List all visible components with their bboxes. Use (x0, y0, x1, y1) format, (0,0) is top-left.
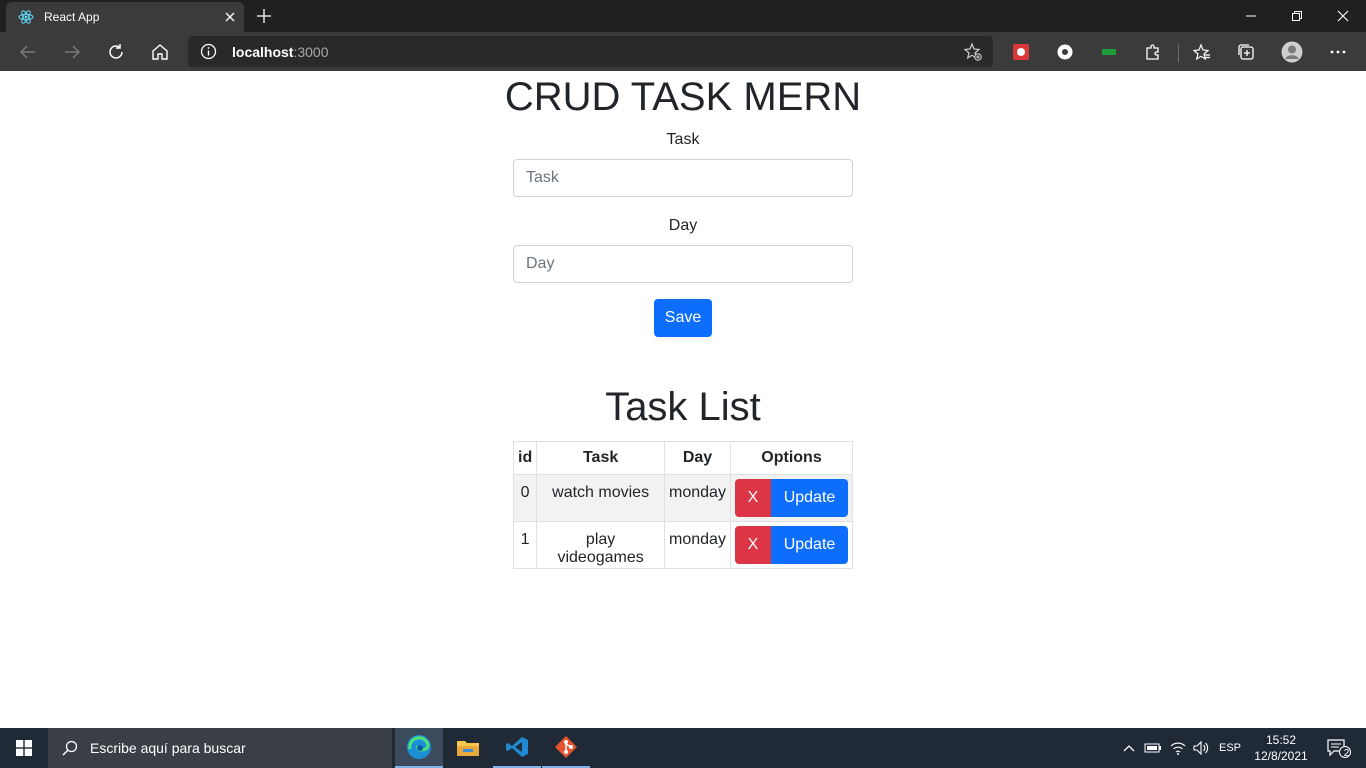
language-indicator[interactable]: ESP (1214, 728, 1246, 768)
clock-date: 12/8/2021 (1254, 749, 1308, 763)
restore-icon[interactable] (1274, 0, 1320, 32)
notification-count: 2 (1343, 748, 1350, 759)
collections-icon[interactable] (1234, 40, 1258, 64)
cell-task: watch movies (536, 474, 665, 522)
favorites-icon[interactable] (1190, 40, 1214, 64)
home-icon[interactable] (144, 36, 176, 68)
taskbar-clock[interactable]: 15:52 12/8/2021 (1248, 732, 1314, 764)
add-favorite-icon[interactable] (963, 42, 983, 62)
more-options-icon[interactable] (1326, 40, 1350, 64)
new-tab-icon[interactable] (250, 2, 278, 30)
windows-start-icon[interactable] (0, 728, 48, 768)
toolbar-separator (1178, 44, 1179, 62)
task-label: Task (666, 131, 700, 148)
extension-circle-icon[interactable] (1053, 40, 1077, 64)
refresh-icon[interactable] (100, 36, 132, 68)
search-icon (62, 740, 78, 756)
browser-tab-bar: React App (0, 0, 1366, 32)
task-table: id Task Day Options 0 watch movies monda… (512, 441, 853, 569)
header-id: id (512, 441, 538, 475)
cell-day: monday (664, 521, 731, 569)
address-bar[interactable]: localhost:3000 (188, 36, 993, 67)
cell-id: 1 (512, 521, 538, 569)
search-placeholder: Escribe aquí para buscar (90, 740, 246, 756)
edge-browser-icon[interactable] (395, 728, 443, 768)
extension-green-icon[interactable] (1097, 40, 1121, 64)
page-content: CRUD TASK MERN Task Day Save Task List i… (0, 71, 1366, 728)
battery-icon[interactable] (1142, 728, 1164, 768)
cell-id: 0 (512, 474, 538, 522)
update-button[interactable]: Update (771, 526, 848, 564)
day-input[interactable] (513, 245, 853, 283)
table-header-row: id Task Day Options (512, 441, 853, 475)
header-day: Day (664, 441, 731, 475)
cell-options: X Update (730, 521, 853, 569)
save-button[interactable]: Save (654, 299, 712, 337)
url-port: :3000 (293, 44, 329, 60)
wifi-icon[interactable] (1167, 728, 1189, 768)
vscode-icon[interactable] (493, 728, 541, 768)
close-tab-icon[interactable] (216, 3, 244, 31)
cell-day: monday (664, 474, 731, 522)
update-button[interactable]: Update (771, 479, 848, 517)
profile-avatar-icon[interactable] (1280, 40, 1304, 64)
clock-time: 15:52 (1265, 733, 1297, 747)
react-logo-icon (18, 9, 34, 25)
table-row: 0 watch movies monday X Update (512, 474, 853, 522)
file-explorer-icon[interactable] (444, 728, 492, 768)
show-hidden-icons-icon[interactable] (1120, 728, 1138, 768)
close-window-icon[interactable] (1320, 0, 1366, 32)
tab-title: React App (44, 10, 100, 24)
taskbar-search-box[interactable]: Escribe aquí para buscar (48, 728, 392, 768)
extension-red-icon[interactable] (1009, 40, 1033, 64)
extensions-puzzle-icon[interactable] (1141, 40, 1165, 64)
windows-taskbar: Escribe aquí para buscar ESP 15:52 12/8/… (0, 728, 1366, 768)
page-title: CRUD TASK MERN (504, 75, 862, 119)
forward-arrow-icon[interactable] (56, 36, 88, 68)
delete-button[interactable]: X (735, 479, 771, 517)
cell-options: X Update (730, 474, 853, 522)
back-arrow-icon[interactable] (12, 36, 44, 68)
site-info-icon[interactable] (200, 43, 217, 60)
url-host: localhost (232, 44, 294, 60)
task-list-title: Task List (605, 385, 761, 429)
notifications-icon[interactable]: 2 (1318, 728, 1360, 768)
volume-icon[interactable] (1190, 728, 1212, 768)
window-controls (1228, 0, 1366, 32)
url-text[interactable]: localhost:3000 (232, 44, 329, 60)
table-row: 1 play videogames monday X Update (512, 521, 853, 569)
git-gui-icon[interactable] (542, 728, 590, 768)
delete-button[interactable]: X (735, 526, 771, 564)
task-input[interactable] (513, 159, 853, 197)
header-options: Options (730, 441, 853, 475)
header-task: Task (536, 441, 665, 475)
day-label: Day (668, 217, 698, 234)
browser-tab[interactable]: React App (6, 2, 244, 32)
browser-toolbar: localhost:3000 (0, 32, 1366, 71)
cell-task: play videogames (536, 521, 665, 569)
minimize-icon[interactable] (1228, 0, 1274, 32)
